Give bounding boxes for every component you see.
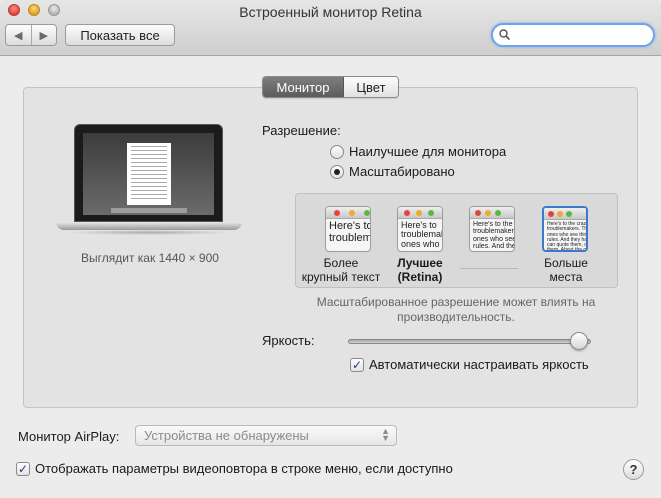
laptop-preview-image (56, 122, 242, 236)
scale-option-best-retina[interactable]: Here's to troublemak ones who s (397, 206, 443, 252)
brightness-label: Яркость: (262, 333, 315, 348)
tab-bar: Монитор Цвет (262, 76, 399, 98)
brightness-slider-track[interactable] (348, 339, 591, 344)
scale-preview-text: Here's to the crazy one troublemakers. T… (547, 221, 586, 252)
document-thumbnail (127, 143, 171, 205)
brightness-slider-knob[interactable] (569, 332, 588, 350)
back-forward-control: ◀ ▶ (5, 24, 57, 46)
radio-best-for-display[interactable]: Наилучшее для монитора (330, 144, 506, 159)
search-input[interactable] (513, 27, 643, 43)
auto-brightness-checkbox[interactable]: ✓ Автоматически настраивать яркость (350, 357, 589, 372)
forward-arrow-icon[interactable]: ▶ (32, 25, 57, 45)
checkmark-icon: ✓ (350, 357, 364, 372)
scale-option-label-larger-text: Более крупный текст (301, 256, 381, 284)
checkmark-icon: ✓ (16, 461, 30, 476)
help-button[interactable]: ? (623, 459, 644, 480)
show-all-button[interactable]: Показать все (65, 24, 175, 46)
radio-label: Наилучшее для монитора (349, 144, 507, 159)
scale-option-label-retina: Лучшее (Retina) (397, 256, 443, 284)
window-title: Встроенный монитор Retina (239, 4, 422, 20)
scale-preview-text: Here's to the cr troublemakers. ones who… (473, 221, 514, 251)
radio-indicator-selected (330, 164, 344, 179)
display-preferences-window: Встроенный монитор Retina ◀ ▶ Показать в… (0, 0, 661, 498)
popup-arrows-icon: ▲ ▼ (381, 426, 390, 443)
radio-indicator (330, 144, 344, 159)
airplay-selected-value: Устройства не обнаружены (144, 428, 309, 443)
back-arrow-icon[interactable]: ◀ (6, 25, 32, 45)
scale-option-more-space-mid[interactable]: Here's to the cr troublemakers. ones who… (469, 206, 515, 252)
scale-option-larger-text[interactable]: Here's to troublem (325, 206, 371, 252)
tab-color[interactable]: Цвет (344, 77, 398, 97)
scale-preview-text: Here's to troublemak ones who s (401, 220, 442, 249)
show-mirroring-label: Отображать параметры видеоповтора в стро… (35, 461, 453, 476)
airplay-display-popup[interactable]: Устройства не обнаружены ▲ ▼ (135, 425, 397, 446)
titlebar: Встроенный монитор Retina ◀ ▶ Показать в… (0, 0, 661, 56)
scale-option-divider (460, 268, 518, 269)
scale-preview-text: Here's to troublem (329, 220, 370, 244)
search-field[interactable] (491, 23, 655, 47)
laptop-screen (74, 124, 223, 222)
tab-monitor[interactable]: Монитор (263, 77, 344, 97)
radio-scaled[interactable]: Масштабировано (330, 164, 455, 179)
show-mirroring-checkbox[interactable]: ✓ Отображать параметры видеоповтора в ст… (16, 461, 453, 476)
scaling-performance-note: Масштабированное разрешение может влиять… (316, 295, 596, 324)
auto-brightness-label: Автоматически настраивать яркость (369, 357, 589, 372)
scale-option-more-space[interactable]: Here's to the crazy one troublemakers. T… (542, 206, 588, 252)
radio-label: Масштабировано (349, 164, 455, 179)
scale-option-label-more-space: Больше места (544, 256, 588, 284)
dock-thumbnail (111, 208, 187, 213)
airplay-label: Монитор AirPlay: (18, 429, 120, 444)
resolution-label: Разрешение: (262, 123, 341, 138)
resolution-preview-caption: Выглядит как 1440 × 900 (81, 251, 219, 265)
search-icon (499, 29, 510, 40)
